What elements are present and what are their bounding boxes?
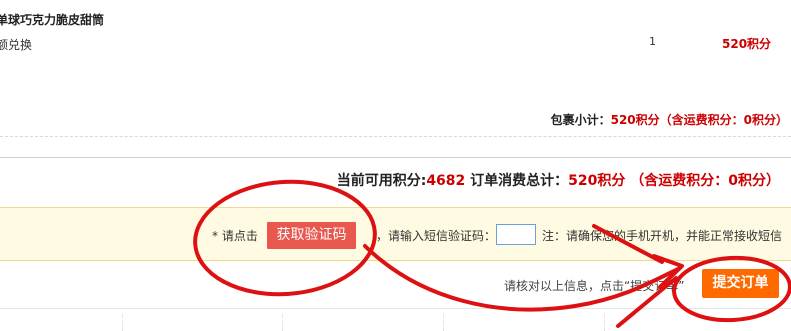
verification-prompt: * 请点击 bbox=[212, 229, 258, 243]
phone-note: 注：请确保您的手机开机，并能正常接收短信 bbox=[542, 229, 783, 243]
available-points-value: 4682 bbox=[426, 173, 466, 189]
product-name: 单球巧克力脆皮甜筒 bbox=[0, 13, 105, 27]
order-total-value: 520积分 （含运费积分：0积分） bbox=[568, 173, 780, 189]
column-divider bbox=[122, 314, 123, 331]
column-divider bbox=[282, 314, 283, 331]
package-subtotal-value: 520积分（含运费积分：0积分） bbox=[610, 113, 788, 127]
available-points-label: 当前可用积分: bbox=[336, 173, 427, 189]
redeem-type: 额兑换 bbox=[0, 38, 33, 52]
column-divider bbox=[604, 314, 605, 331]
item-points: 520积分 bbox=[722, 37, 772, 51]
order-confirm-page: 单球巧克力脆皮甜筒 额兑换 1 520积分 包裹小计：520积分（含运费积分：0… bbox=[0, 0, 791, 331]
divider bbox=[0, 157, 791, 158]
divider bbox=[0, 308, 791, 309]
submit-order-button[interactable]: 提交订单 bbox=[702, 269, 779, 298]
package-subtotal: 包裹小计：520积分（含运费积分：0积分） bbox=[551, 111, 788, 128]
confirm-instruction: 请核对以上信息，点击“提交订单” bbox=[504, 279, 685, 293]
order-summary: 当前可用积分:4682 订单消费总计：520积分 （含运费积分：0积分） bbox=[337, 170, 780, 190]
divider bbox=[0, 136, 791, 137]
item-quantity: 1 bbox=[649, 35, 656, 48]
get-verification-code-button[interactable]: 获取验证码 bbox=[267, 222, 356, 249]
column-divider bbox=[443, 314, 444, 331]
order-total-label: 订单消费总计： bbox=[470, 173, 569, 189]
sms-code-label: ，请输入短信验证码： bbox=[376, 229, 497, 243]
package-subtotal-label: 包裹小计： bbox=[550, 113, 611, 127]
sms-code-input[interactable] bbox=[496, 224, 536, 245]
